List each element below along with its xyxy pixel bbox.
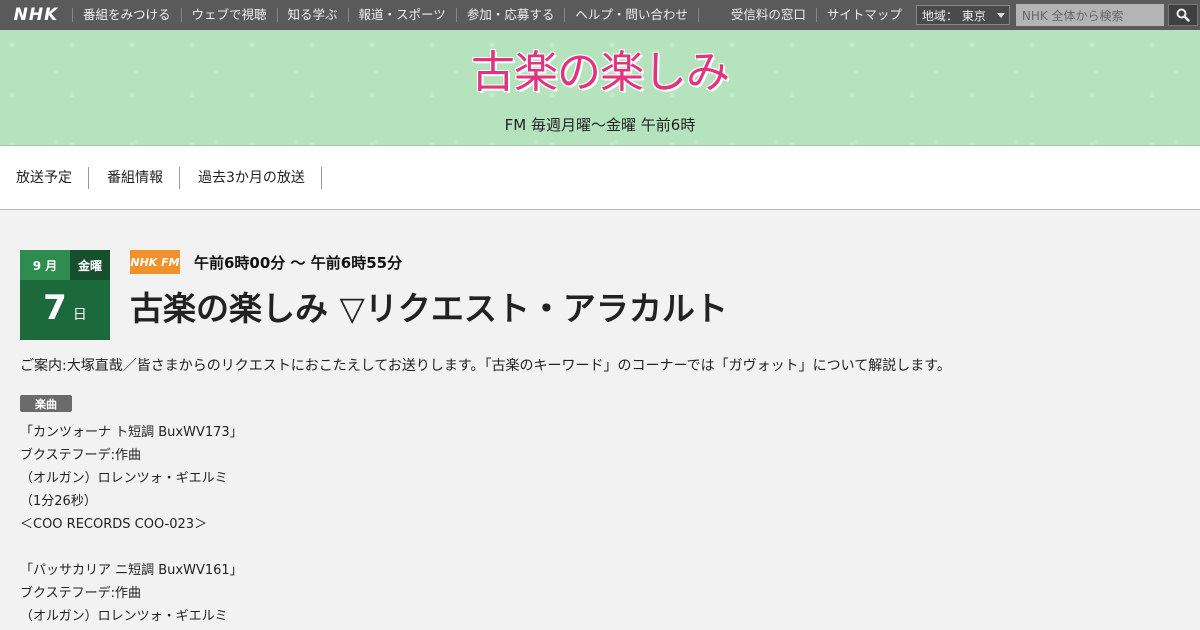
date-day-number: 7 bbox=[43, 288, 67, 328]
tab-broadcast-schedule[interactable]: 放送予定 bbox=[0, 166, 89, 189]
global-nav-find-programs[interactable]: 番組をみつける bbox=[72, 8, 181, 22]
region-select[interactable]: 地域： 東京 bbox=[915, 5, 1010, 25]
track-2-performer: （オルガン）ロレンツォ・ギエルミ bbox=[20, 609, 228, 624]
broadcast-date: 9 月 金曜 7 日 bbox=[20, 250, 110, 340]
track-1-title: 「カンツォーナ ト短調 BuxWV173」 bbox=[20, 425, 243, 440]
track-list: 「カンツォーナ ト短調 BuxWV173」 ブクステフーデ:作曲 （オルガン）ロ… bbox=[20, 421, 243, 628]
date-day-of-week: 金曜 bbox=[70, 250, 110, 280]
date-month: 9 月 bbox=[20, 250, 70, 280]
search-input[interactable]: NHK 全体から検索 bbox=[1015, 4, 1164, 26]
music-section-label: 楽曲 bbox=[20, 395, 72, 412]
nav-divider bbox=[697, 8, 699, 22]
global-nav-reception-fee[interactable]: 受信料の窓口 bbox=[721, 8, 816, 22]
chevron-down-icon bbox=[996, 13, 1005, 18]
program-logo[interactable]: 古楽の楽しみ bbox=[0, 36, 1200, 100]
track-1-composer: ブクステフーデ:作曲 bbox=[20, 448, 141, 463]
global-nav-right: 受信料の窓口 サイトマップ 地域： 東京 NHK 全体から検索 bbox=[721, 0, 1198, 30]
search-icon bbox=[1176, 8, 1190, 22]
tab-program-info[interactable]: 番組情報 bbox=[89, 166, 180, 189]
global-nav-watch-online[interactable]: ウェブで視聴 bbox=[180, 8, 277, 22]
episode-description: ご案内:大塚直哉／皆さまからのリクエストにおこたえしてお送りします。「古楽のキー… bbox=[20, 358, 951, 374]
program-subnav: 放送予定 番組情報 過去3か月の放送 bbox=[0, 146, 1200, 210]
track-2-composer: ブクステフーデ:作曲 bbox=[20, 586, 141, 601]
track-separator bbox=[20, 536, 243, 559]
region-value: 東京 bbox=[961, 8, 986, 23]
program-schedule: FM 毎週月曜～金曜 午前6時 bbox=[504, 116, 696, 134]
tab-past-broadcasts[interactable]: 過去3か月の放送 bbox=[180, 166, 322, 189]
track-1-record: ＜COO RECORDS COO-023＞ bbox=[20, 517, 208, 532]
channel-fm-badge: NHK FM bbox=[130, 250, 180, 274]
region-label: 地域： bbox=[921, 8, 958, 23]
date-day-unit: 日 bbox=[72, 307, 87, 323]
global-nav-sitemap[interactable]: サイトマップ bbox=[815, 8, 912, 22]
global-nav-news-sports[interactable]: 報道・スポーツ bbox=[347, 8, 456, 22]
global-nav-learn[interactable]: 知る学ぶ bbox=[276, 8, 348, 22]
track-2-title: 「パッサカリア ニ短調 BuxWV161」 bbox=[20, 563, 243, 578]
program-banner: 古楽の楽しみ FM 毎週月曜～金曜 午前6時 bbox=[0, 30, 1200, 146]
global-nav: 番組をみつける ウェブで視聴 知る学ぶ 報道・スポーツ 参加・応募する ヘルプ・… bbox=[72, 0, 699, 30]
track-1-duration: （1分26秒） bbox=[20, 494, 97, 509]
track-1-performer: （オルガン）ロレンツォ・ギエルミ bbox=[20, 471, 228, 486]
global-nav-participate[interactable]: 参加・応募する bbox=[455, 8, 565, 22]
global-nav-help[interactable]: ヘルプ・問い合わせ bbox=[564, 8, 698, 22]
air-time: 午前6時00分 ～ 午前6時55分 bbox=[194, 253, 403, 272]
episode-title: 古楽の楽しみ ▽リクエスト・アラカルト bbox=[130, 289, 728, 328]
date-day: 7 日 bbox=[20, 280, 110, 340]
search-button[interactable] bbox=[1167, 4, 1198, 26]
global-header: NHK 番組をみつける ウェブで視聴 知る学ぶ 報道・スポーツ 参加・応募する … bbox=[0, 0, 1200, 30]
episode-detail: 9 月 金曜 7 日 NHK FM 午前6時00分 ～ 午前6時55分 古楽の楽… bbox=[0, 210, 1200, 630]
nhk-logo[interactable]: NHK bbox=[0, 0, 72, 30]
